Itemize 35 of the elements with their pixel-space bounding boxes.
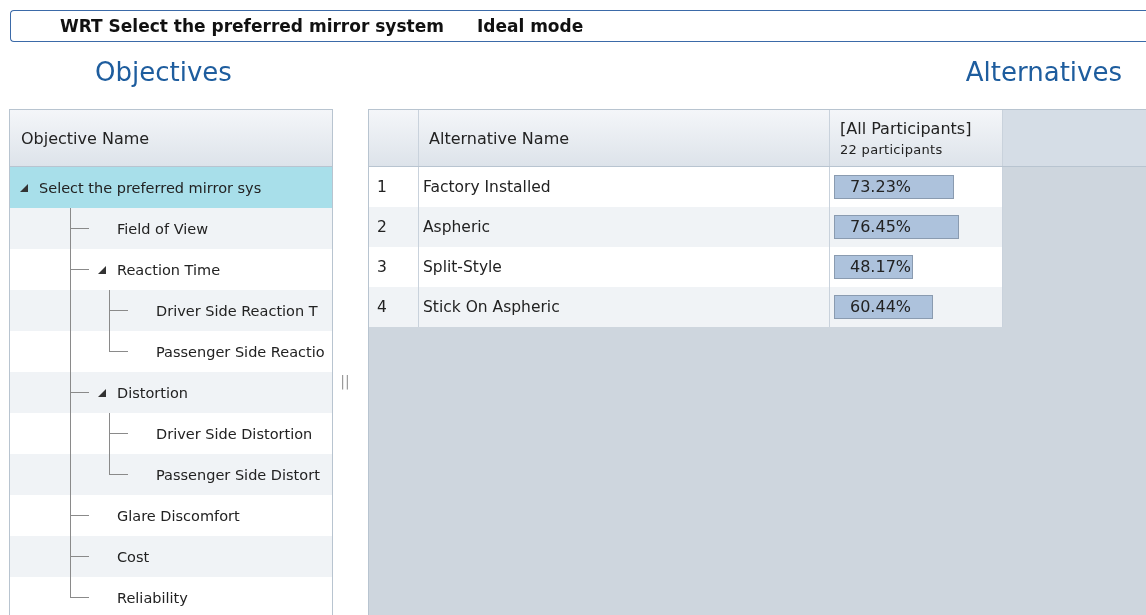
- objective-name: Passenger Side Reactio: [156, 343, 325, 360]
- objectives-heading: Objectives: [95, 56, 232, 89]
- expanded-triangle-icon[interactable]: [98, 265, 106, 274]
- objective-name: Distortion: [117, 384, 189, 401]
- objective-name: Glare Discomfort: [117, 507, 240, 524]
- objective-name: Reliability: [117, 589, 188, 606]
- tree-item[interactable]: Distortion: [10, 372, 332, 413]
- objective-name: Reaction Time: [117, 261, 221, 278]
- objective-name: Passenger Side Distort: [156, 466, 320, 483]
- tree-item[interactable]: Driver Side Reaction T: [10, 290, 332, 331]
- tree-item[interactable]: Select the preferred mirror sys: [10, 167, 332, 208]
- participant-count: 22 participants: [840, 142, 943, 157]
- mode-label: Ideal mode: [476, 16, 584, 36]
- score-value: 60.44%: [850, 296, 911, 318]
- objective-name: Driver Side Reaction T: [156, 302, 318, 319]
- alternative-name: Stick On Aspheric: [419, 287, 830, 327]
- tree-item[interactable]: Passenger Side Distort: [10, 454, 332, 495]
- alternatives-heading: Alternatives: [965, 56, 1122, 89]
- score-value: 76.45%: [850, 216, 911, 238]
- tree-item[interactable]: Field of View: [10, 208, 332, 249]
- objective-name: Field of View: [117, 220, 209, 237]
- objective-name: Select the preferred mirror sys: [39, 179, 262, 196]
- header-title: WRT Select the preferred mirror system: [60, 16, 444, 36]
- expanded-triangle-icon[interactable]: [98, 388, 106, 397]
- column-header[interactable]: Alternative Name: [419, 110, 830, 166]
- expanded-triangle-icon[interactable]: [20, 183, 28, 192]
- tree-item[interactable]: Cost: [10, 536, 332, 577]
- score-value: 73.23%: [850, 176, 911, 198]
- objective-name: Driver Side Distortion: [156, 425, 313, 442]
- column-header[interactable]: [All Participants] 22 participants: [830, 110, 1003, 166]
- group-label: [All Participants]: [840, 119, 972, 138]
- column-header[interactable]: Objective Name: [10, 110, 332, 167]
- score-value: 48.17%: [850, 256, 911, 278]
- objective-name: Cost: [117, 548, 150, 565]
- row-number: 4: [369, 287, 419, 327]
